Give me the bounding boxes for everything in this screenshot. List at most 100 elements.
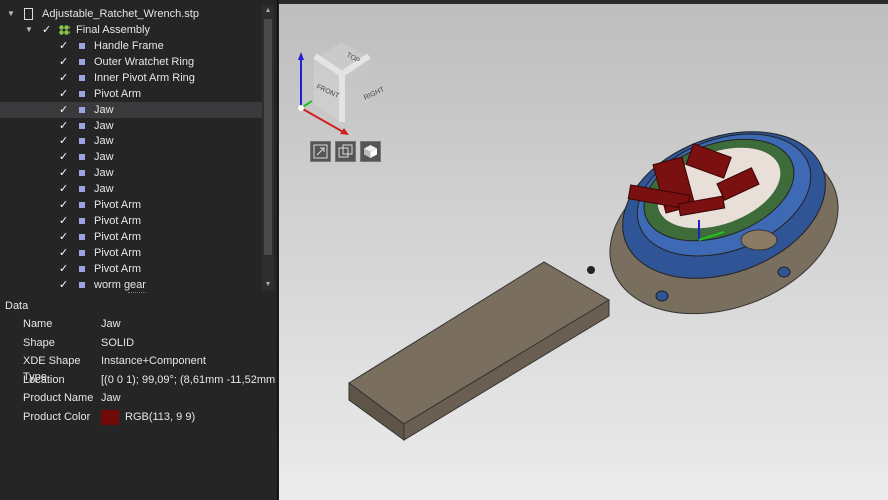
wireframe-button[interactable]: [335, 141, 356, 162]
property-value-text: SOLID: [101, 336, 135, 349]
property-value: SOLID: [101, 335, 134, 351]
tree-item[interactable]: ✓ Jaw: [0, 118, 262, 134]
property-key: Shape: [23, 336, 55, 349]
part-icon: [79, 154, 85, 161]
visibility-check-icon[interactable]: ✓: [59, 70, 68, 86]
left-panel: ▼ Adjustable_Ratchet_Wrench.stp ▼ ✓ Final As…: [0, 0, 287, 500]
part-icon: [79, 233, 85, 240]
tree-assembly[interactable]: ▼ ✓ Final Assembly: [0, 22, 262, 38]
tree-item[interactable]: ✓ Jaw: [0, 181, 262, 197]
tree-item-label: Jaw: [94, 183, 114, 196]
scroll-up-icon[interactable]: ▲: [262, 5, 274, 17]
visibility-check-icon[interactable]: ✓: [59, 165, 68, 181]
part-icon: [79, 106, 85, 113]
color-swatch: [101, 409, 119, 425]
tree-item[interactable]: ✓ Handle Frame: [0, 38, 262, 54]
fit-all-icon: [313, 144, 328, 159]
visibility-check-icon[interactable]: ✓: [59, 54, 68, 70]
view-cube[interactable]: TOP FRONT RIGHT: [313, 42, 386, 122]
visibility-check-icon[interactable]: ✓: [59, 133, 68, 149]
wrench-model: [348, 131, 839, 441]
part-icon: [79, 58, 85, 65]
property-value-text: RGB(113, 9 9): [125, 411, 196, 423]
tree-item-label: Pivot Arm: [94, 246, 142, 259]
property-key: Product Name: [23, 392, 94, 405]
tree-item-label: Jaw: [94, 103, 114, 116]
fit-all-button[interactable]: [310, 141, 331, 162]
visibility-check-icon[interactable]: ✓: [59, 277, 68, 292]
visibility-check-icon[interactable]: ✓: [59, 261, 68, 277]
property-key: Product Color: [23, 411, 91, 423]
visibility-check-icon[interactable]: ✓: [59, 86, 68, 102]
tree-item[interactable]: ✓ Jaw: [0, 165, 262, 181]
visibility-check-icon[interactable]: ✓: [59, 181, 68, 197]
part-icon: [79, 186, 85, 193]
tree-item-label: Handle Frame: [94, 40, 164, 52]
visibility-check-icon[interactable]: ✓: [59, 102, 68, 118]
tree-item[interactable]: ✓ Pivot Arm: [0, 245, 262, 261]
tree-item[interactable]: ✓ Jaw: [0, 101, 262, 118]
property-value-text: Jaw: [101, 318, 121, 330]
property-value: [(0 0 1); 99,09°; (8,61mm -11,52mm 1,: [101, 372, 287, 388]
3d-viewport[interactable]: TOP FRONT RIGHT: [279, 0, 888, 500]
tree-item-label: Pivot Arm: [94, 230, 142, 243]
visibility-check-icon[interactable]: ✓: [59, 245, 68, 261]
tree-item[interactable]: ✓ Jaw: [0, 149, 262, 165]
tree-item[interactable]: ✓ Pivot Arm: [0, 261, 262, 277]
tree-assembly-label: Final Assembly: [76, 24, 150, 36]
data-panel-title: Data: [5, 300, 29, 312]
file-icon: [24, 8, 33, 20]
visibility-check-icon[interactable]: ✓: [59, 149, 68, 165]
tree-item-label: Jaw: [94, 135, 114, 148]
part-icon: [79, 202, 85, 208]
tree-scrollbar[interactable]: ▲ ▼: [262, 5, 274, 291]
tree-item[interactable]: ✓ Pivot Arm: [0, 213, 262, 229]
visibility-check-icon[interactable]: ✓: [59, 118, 68, 134]
property-key: Name: [23, 318, 53, 330]
tree-item[interactable]: ✓ Outer Wratchet Ring: [0, 54, 262, 70]
tree-root-label: Adjustable_Ratchet_Wrench.stp: [42, 8, 199, 20]
tree-item-label: Pivot Arm: [94, 262, 142, 275]
panel-splitter[interactable]: [128, 292, 146, 294]
property-value: Instance+Component: [101, 353, 206, 369]
property-value-text: Jaw: [101, 392, 121, 405]
tree-item[interactable]: ✓ Pivot Arm: [0, 197, 262, 213]
part-icon: [79, 281, 85, 288]
tree-item-label: Jaw: [94, 167, 114, 180]
visibility-check-icon[interactable]: ✓: [59, 197, 68, 213]
scroll-down-icon[interactable]: ▼: [262, 279, 274, 291]
property-value-text: [(0 0 1); 99,09°; (8,61mm -11,52mm 1,: [101, 373, 288, 386]
tree-item-label: Jaw: [94, 151, 114, 164]
tree-root[interactable]: ▼ Adjustable_Ratchet_Wrench.stp: [0, 6, 262, 22]
shaded-button[interactable]: [360, 141, 381, 162]
property-value-text: Instance+Component: [101, 355, 206, 368]
model-tree: ▼ Adjustable_Ratchet_Wrench.stp ▼ ✓ Final As…: [0, 5, 262, 291]
part-icon: [79, 90, 85, 97]
property-value: Jaw: [101, 316, 121, 332]
expand-arrow-icon[interactable]: ▼: [25, 22, 33, 38]
visibility-check-icon[interactable]: ✓: [59, 229, 68, 245]
model-render: TOP FRONT RIGHT: [298, 42, 839, 441]
visibility-check-icon[interactable]: ✓: [42, 22, 51, 38]
part-icon: [79, 249, 85, 256]
part-icon: [79, 265, 85, 272]
part-icon: [79, 74, 85, 81]
visibility-check-icon[interactable]: ✓: [59, 213, 68, 229]
tree-item-label: Pivot Arm: [94, 87, 142, 100]
tree-item[interactable]: ✓ Inner Pivot Arm Ring: [0, 70, 262, 86]
tree-item[interactable]: ✓ Pivot Arm: [0, 229, 262, 245]
tree-item-label: Outer Wratchet Ring: [94, 55, 195, 68]
tree-item[interactable]: ✓ Pivot Arm: [0, 86, 262, 102]
part-icon: [79, 43, 85, 49]
property-key: Location: [23, 373, 65, 386]
scroll-thumb[interactable]: [264, 19, 272, 255]
tree-item[interactable]: ✓ Jaw: [0, 133, 262, 149]
data-panel: Data Name Jaw Shape SOLID XDE Shape Type Inst…: [0, 296, 287, 500]
tree-item-label: Pivot Arm: [94, 214, 142, 227]
part-icon: [79, 170, 85, 177]
tree-item[interactable]: ✓ worm gear: [0, 277, 262, 292]
wireframe-icon: [338, 144, 353, 158]
visibility-check-icon[interactable]: ✓: [59, 38, 68, 54]
expand-arrow-icon[interactable]: ▼: [7, 6, 15, 22]
assembly-icon: [59, 25, 70, 35]
